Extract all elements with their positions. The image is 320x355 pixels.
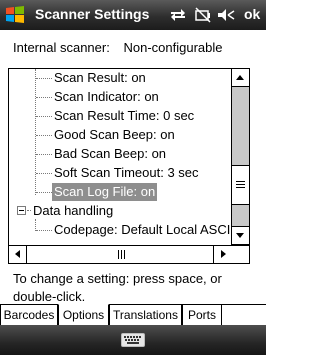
window-title: Scanner Settings: [35, 6, 150, 22]
battery-icon[interactable]: [193, 5, 213, 25]
tree-connector: [36, 154, 52, 155]
arrow-right-icon: [221, 250, 226, 258]
scroll-grip: [236, 184, 245, 185]
tab-strip: Barcodes Options Translations Ports: [0, 304, 266, 326]
tab-barcodes[interactable]: Barcodes: [0, 304, 58, 326]
tree-item-scan-log-file[interactable]: Scan Log File: on: [52, 183, 158, 201]
keyboard-icon[interactable]: [121, 333, 145, 347]
tab-ports[interactable]: Ports: [182, 304, 222, 326]
scroll-grip: [124, 250, 125, 259]
scroll-grip: [236, 187, 245, 188]
volume-icon[interactable]: [216, 5, 236, 25]
tab-translations[interactable]: Translations: [109, 304, 182, 326]
tree-item-soft-scan-timeout[interactable]: Soft Scan Timeout: 3 sec: [52, 164, 201, 182]
windows-logo-icon[interactable]: [4, 4, 26, 26]
tree-item-good-scan-beep[interactable]: Good Scan Beep: on: [52, 126, 177, 144]
title-bar: Scanner Settings ok: [0, 0, 266, 30]
tree-item-scan-result[interactable]: Scan Result: on: [52, 69, 148, 87]
horizontal-scroll-thumb[interactable]: [27, 246, 217, 263]
tree-connector: [36, 173, 52, 174]
vertical-scroll-thumb[interactable]: [232, 165, 249, 205]
vertical-scrollbar[interactable]: [231, 68, 250, 245]
scroll-grip: [236, 181, 245, 182]
scroll-right-button[interactable]: [213, 246, 231, 263]
scroll-left-button[interactable]: [9, 246, 27, 263]
tree-item-bad-scan-beep[interactable]: Bad Scan Beep: on: [52, 145, 168, 163]
scroll-down-button[interactable]: [232, 226, 249, 244]
tree-connector: [35, 69, 36, 195]
scroll-grip: [118, 250, 119, 259]
ok-button[interactable]: ok: [244, 6, 260, 22]
tree-item-scan-indicator[interactable]: Scan Indicator: on: [52, 88, 161, 106]
horizontal-scrollbar[interactable]: [8, 245, 232, 264]
scroll-up-button[interactable]: [232, 69, 249, 87]
internal-scanner-label: Internal scanner:: [13, 40, 110, 55]
tree-group-data-handling[interactable]: Data handling: [31, 202, 115, 220]
tab-options[interactable]: Options: [58, 304, 109, 326]
tree-connector: [36, 116, 52, 117]
arrow-down-icon: [236, 233, 244, 238]
hint-text: To change a setting: press space, or dou…: [13, 271, 222, 304]
arrow-left-icon: [15, 250, 20, 258]
settings-tree[interactable]: Scan Result: on Scan Indicator: on Scan …: [8, 68, 250, 264]
connectivity-icon[interactable]: [168, 5, 188, 25]
tree-connector: [36, 230, 52, 231]
tree-connector: [36, 135, 52, 136]
arrow-up-icon: [236, 75, 244, 80]
internal-scanner-value: Non-configurable: [123, 40, 223, 55]
tree-connector: [36, 78, 52, 79]
scroll-grip: [121, 250, 122, 259]
tree-connector: [36, 192, 52, 193]
internal-scanner-row: Internal scanner: Non-configurable: [13, 40, 222, 55]
tree-item-scan-result-time[interactable]: Scan Result Time: 0 sec: [52, 107, 196, 125]
collapse-toggle-icon[interactable]: [17, 206, 26, 215]
tree-item-codepage[interactable]: Codepage: Default Local ASCII: [52, 221, 236, 239]
bottom-menu-bar: [0, 325, 266, 355]
scrollbar-corner: [231, 245, 250, 264]
tree-connector: [36, 97, 52, 98]
